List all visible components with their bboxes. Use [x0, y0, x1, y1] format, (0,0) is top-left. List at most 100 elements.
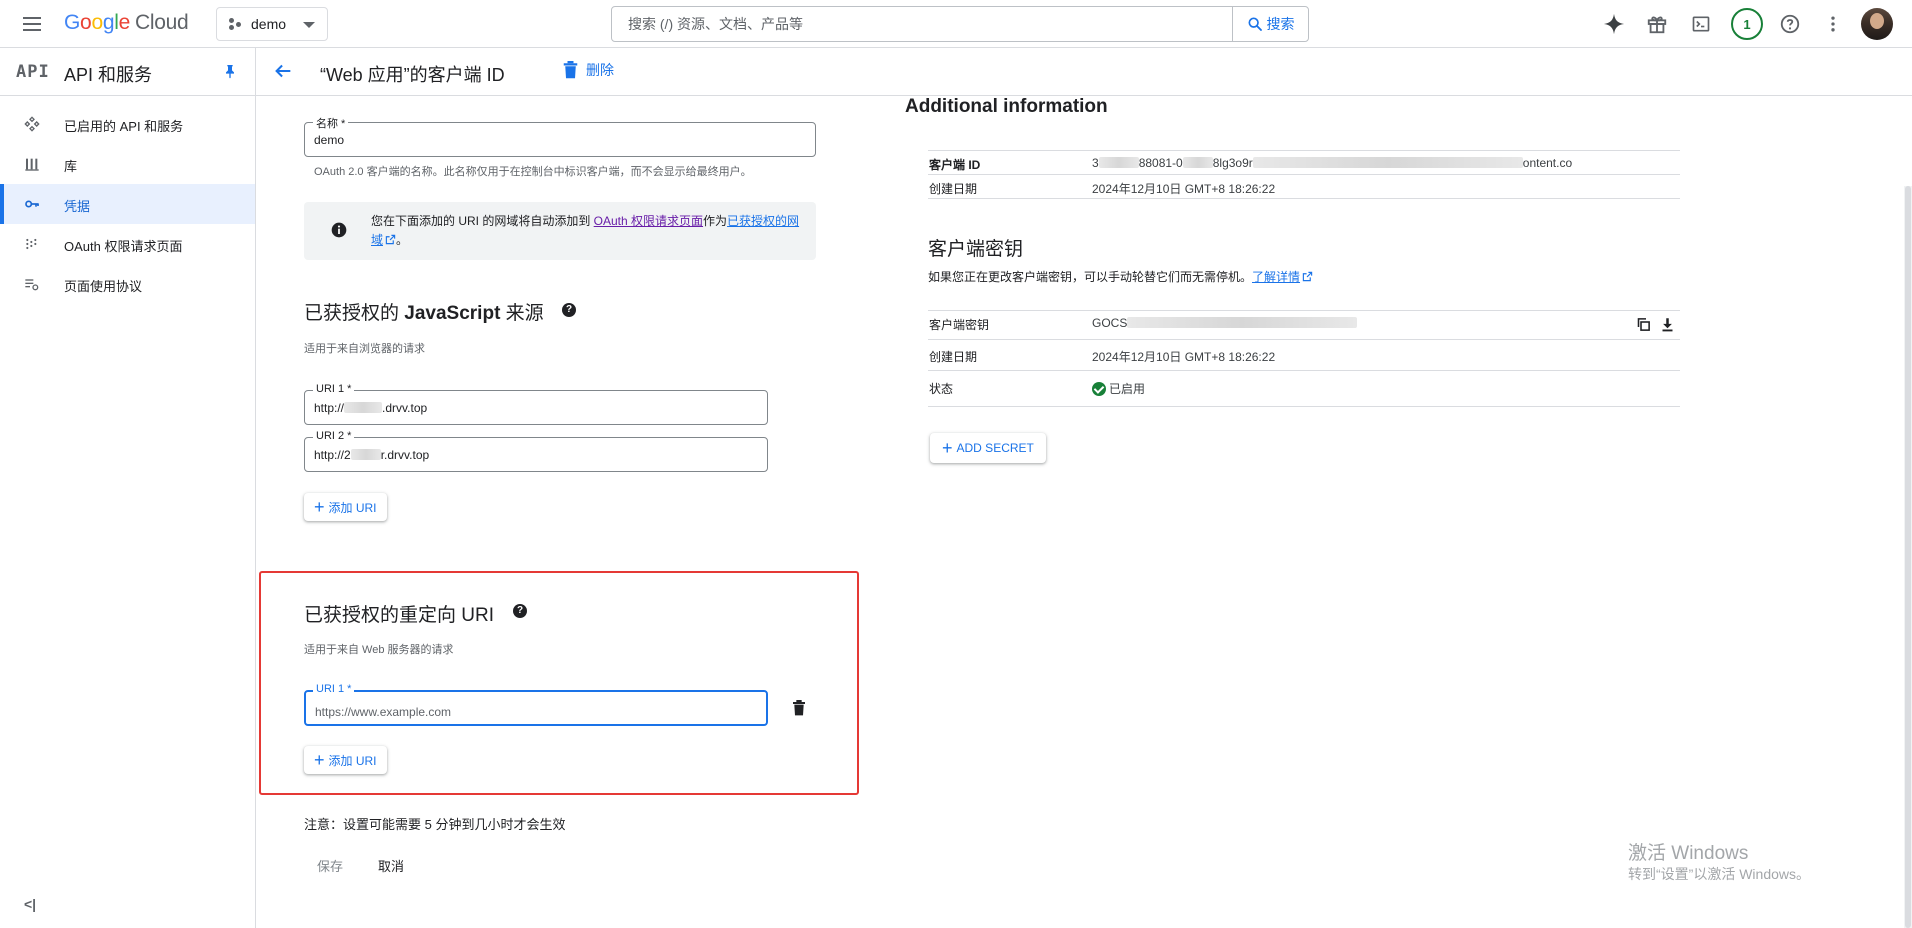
add-secret-button[interactable]: + ADD SECRET — [930, 433, 1046, 463]
help-circle-icon[interactable]: ? — [513, 604, 527, 618]
check-circle-icon — [1092, 381, 1106, 396]
js-uri-1-field[interactable]: URI 1 * http://.drvv.top — [304, 383, 768, 425]
download-icon[interactable] — [1660, 317, 1675, 335]
client-secrets-desc: 如果您正在更改客户端密钥，可以手动轮替它们而无需停机。了解详情 — [928, 268, 1313, 285]
name-field[interactable]: 名称 * demo — [304, 115, 816, 157]
delete-button[interactable]: 删除 — [563, 60, 614, 80]
name-field-label: 名称 * — [313, 115, 349, 131]
created-date-value: 2024年12月10日 GMT+8 18:26:22 — [1092, 182, 1276, 196]
sidebar-item-credentials[interactable]: 凭据 — [0, 184, 255, 224]
consent-screen-icon — [24, 236, 40, 252]
plus-icon: + — [942, 438, 953, 458]
js-origins-hint: 适用于来自浏览器的请求 — [304, 343, 425, 355]
key-icon — [24, 196, 40, 212]
cancel-button[interactable]: 取消 — [378, 856, 404, 875]
help-circle-icon[interactable]: ? — [562, 303, 576, 317]
divider — [928, 150, 1680, 151]
add-redirect-uri-button[interactable]: + 添加 URI — [304, 746, 387, 774]
save-button[interactable]: 保存 — [317, 856, 343, 875]
learn-more-link[interactable]: 了解详情 — [1252, 270, 1300, 284]
info-text: 您在下面添加的 URI 的网域将自动添加到 OAuth 权限请求页面作为已获授权… — [371, 214, 800, 247]
redirect-uris-title: 已获授权的重定向 URI — [304, 605, 495, 626]
search-box: 搜索 — [611, 6, 1309, 42]
sidebar-item-label: 页面使用协议 — [64, 279, 143, 294]
status-key: 状态 — [929, 382, 954, 396]
client-id-value: 3 88081-0 8lg3o9r ontent.co — [1092, 156, 1573, 170]
collapse-sidebar-icon[interactable]: <| — [24, 896, 36, 912]
sidebar-item-label: 凭据 — [64, 199, 91, 214]
sidebar: API API 和服务 已启用的 API 和服务 库 凭据 OAuth 权限请求… — [0, 48, 256, 928]
divider — [928, 174, 1680, 175]
more-vert-icon[interactable] — [1821, 12, 1845, 36]
add-js-uri-button[interactable]: + 添加 URI — [304, 493, 387, 521]
add-redirect-uri-label: 添加 URI — [328, 753, 377, 768]
api-logo: API — [16, 62, 50, 82]
search-button-label: 搜索 — [1266, 16, 1295, 32]
gift-icon[interactable] — [1645, 12, 1669, 36]
search-input[interactable] — [612, 7, 1232, 41]
add-secret-label: ADD SECRET — [956, 441, 1034, 455]
sidebar-title: API 和服务 — [64, 65, 153, 85]
js-uri-2-label: URI 2 * — [313, 430, 355, 442]
settings-note: 注意：设置可能需要 5 分钟到几小时才会生效 — [304, 817, 566, 832]
sidebar-item-label: 已启用的 API 和服务 — [64, 119, 184, 134]
js-uri-1-label: URI 1 * — [313, 383, 355, 395]
api-services-icon — [24, 116, 40, 132]
sidebar-item-library[interactable]: 库 — [0, 144, 255, 184]
notifications-badge[interactable]: 1 — [1731, 8, 1763, 40]
external-link-icon — [1302, 271, 1313, 282]
gemini-sparkle-icon[interactable] — [1602, 12, 1626, 36]
copy-icon[interactable] — [1636, 317, 1651, 335]
add-js-uri-label: 添加 URI — [328, 500, 377, 515]
search-button[interactable]: 搜索 — [1232, 7, 1308, 41]
page-agreements-icon — [24, 276, 40, 292]
page-header: “Web 应用”的客户端 ID 删除 — [256, 48, 1912, 96]
project-picker[interactable]: demo — [216, 7, 328, 41]
external-link-icon — [385, 234, 396, 245]
back-arrow-icon[interactable] — [272, 60, 294, 85]
top-bar: GoogleCloud demo 搜索 1 — [0, 0, 1912, 48]
client-secrets-title: 客户端密钥 — [928, 239, 1024, 260]
search-icon — [1248, 17, 1262, 31]
divider — [928, 339, 1680, 340]
google-cloud-logo[interactable]: Google Cloud — [64, 11, 189, 35]
js-uri-2-value: http://2 r.drvv.top — [314, 448, 430, 462]
cloud-shell-icon[interactable] — [1689, 12, 1713, 36]
divider — [928, 310, 1680, 311]
additional-info-title: Additional information — [905, 96, 1108, 117]
project-icon — [229, 17, 243, 31]
sidebar-item-oauth-consent[interactable]: OAuth 权限请求页面 — [0, 224, 255, 264]
sidebar-header: API API 和服务 — [0, 48, 256, 96]
divider — [928, 198, 1680, 199]
sidebar-item-page-agreements[interactable]: 页面使用协议 — [0, 264, 255, 304]
divider — [928, 406, 1680, 407]
client-secret-key: 客户端密钥 — [929, 318, 990, 332]
status-value: 已启用 — [1092, 380, 1145, 397]
user-avatar[interactable] — [1861, 8, 1893, 40]
oauth-consent-link[interactable]: OAuth 权限请求页面 — [594, 214, 703, 228]
client-id-key: 客户端 ID — [929, 158, 981, 172]
pin-icon[interactable] — [222, 62, 238, 83]
scrollbar[interactable] — [1904, 186, 1912, 928]
windows-activation-watermark: 激活 Windows — [1628, 843, 1749, 864]
name-hint: OAuth 2.0 客户端的名称。此名称仅用于在控制台中标识客户端，而不会显示给… — [314, 166, 752, 178]
client-secret-value: GOCS — [1092, 316, 1358, 330]
secret-created-value: 2024年12月10日 GMT+8 18:26:22 — [1092, 350, 1276, 364]
js-uri-2-field[interactable]: URI 2 * http://2 r.drvv.top — [304, 430, 768, 472]
help-icon[interactable] — [1778, 12, 1802, 36]
plus-icon: + — [314, 750, 325, 770]
caret-down-icon — [303, 22, 315, 28]
redirect-uris-hint: 适用于来自 Web 服务器的请求 — [304, 644, 454, 656]
windows-activation-hint: 转到“设置”以激活 Windows。 — [1628, 866, 1811, 882]
sidebar-item-label: OAuth 权限请求页面 — [64, 239, 183, 254]
delete-uri-icon[interactable] — [792, 700, 806, 719]
redirect-uri-1-input[interactable] — [306, 692, 766, 724]
delete-button-label: 删除 — [586, 62, 614, 78]
sidebar-item-enabled-apis[interactable]: 已启用的 API 和服务 — [0, 104, 255, 144]
name-field-value: demo — [314, 133, 345, 147]
divider — [928, 370, 1680, 371]
info-icon — [331, 222, 347, 241]
main-menu-icon[interactable] — [20, 12, 44, 36]
trash-icon — [563, 61, 578, 79]
js-origins-title: 已获授权的 JavaScript 来源 — [304, 303, 544, 324]
